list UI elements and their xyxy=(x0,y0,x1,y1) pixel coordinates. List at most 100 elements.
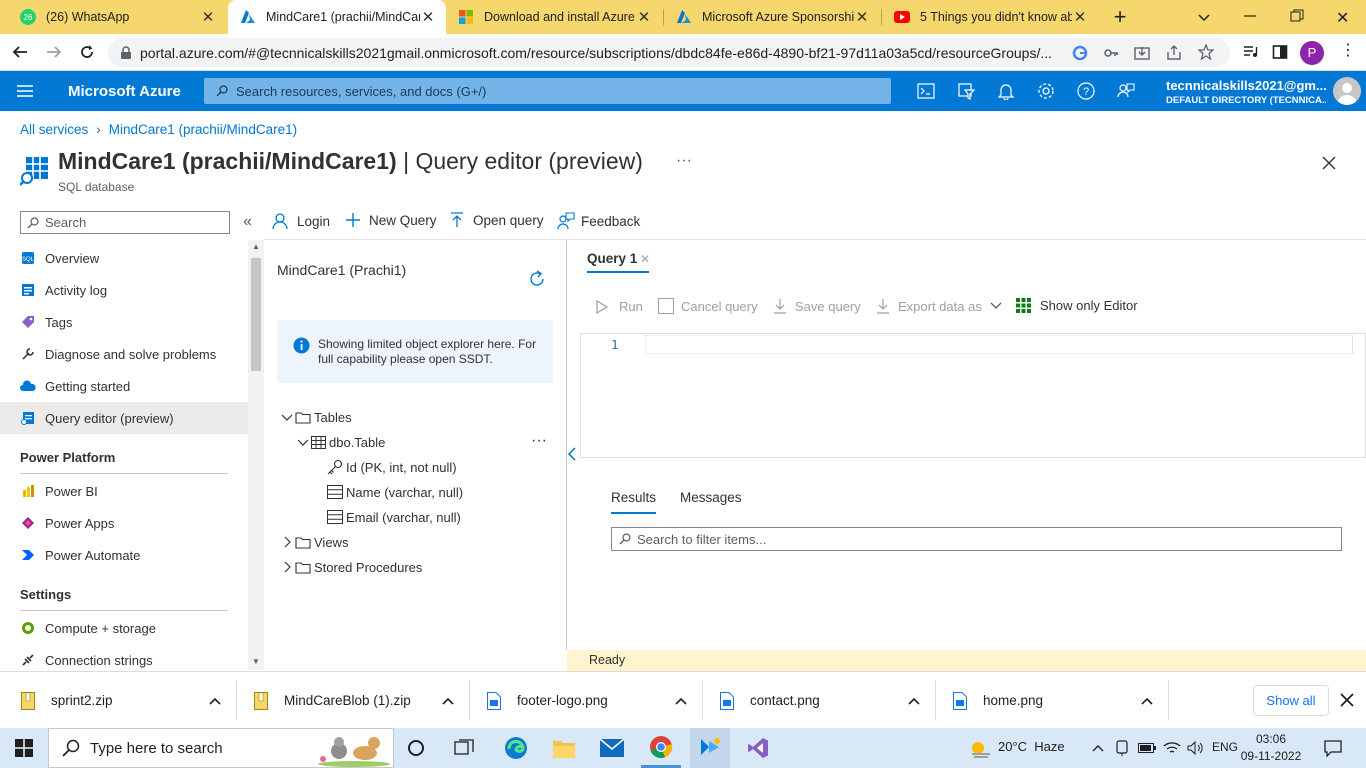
show-all-downloads-button[interactable]: Show all xyxy=(1253,685,1329,716)
settings-gear-icon[interactable] xyxy=(1036,81,1056,101)
tree-node-views[interactable]: Views xyxy=(281,531,348,553)
close-tab-icon[interactable]: ✕ xyxy=(636,8,652,26)
tree-node-table[interactable]: dbo.Table xyxy=(297,431,385,453)
nav-item-query-editor[interactable]: Query editor (preview) xyxy=(0,402,248,434)
lock-icon[interactable] xyxy=(120,46,132,60)
nav-item-diagnose[interactable]: Diagnose and solve problems xyxy=(0,338,248,370)
browser-tab-download[interactable]: Download and install Azure Data Studio ✕ xyxy=(446,0,662,34)
nav-item-getting-started[interactable]: Getting started xyxy=(0,370,248,402)
table-more-icon[interactable]: ··· xyxy=(531,432,547,450)
wifi-icon[interactable] xyxy=(1161,728,1183,768)
chevron-up-icon[interactable] xyxy=(209,697,221,705)
address-bar[interactable]: portal.azure.com/#@tecnnicalskills2021gm… xyxy=(108,38,1230,67)
download-item-contact[interactable]: contact.png xyxy=(702,672,935,729)
close-downloads-icon[interactable] xyxy=(1340,693,1354,707)
forward-icon[interactable] xyxy=(42,40,66,64)
clock-date[interactable]: 09-11-2022 xyxy=(1237,749,1305,763)
power-automate-taskbar-icon[interactable] xyxy=(690,728,730,768)
pane-splitter[interactable] xyxy=(566,240,567,650)
taskbar-search-box[interactable]: Type here to search xyxy=(48,728,394,768)
clock-time[interactable]: 03:06 xyxy=(1247,732,1295,746)
run-button[interactable]: Run xyxy=(596,299,643,314)
tray-chevron-icon[interactable] xyxy=(1088,728,1108,768)
download-item-home[interactable]: home.png xyxy=(935,672,1168,729)
chevron-down-icon[interactable] xyxy=(281,411,293,423)
profile-avatar[interactable]: P xyxy=(1300,41,1324,65)
close-query-tab-icon[interactable]: ✕ xyxy=(640,252,650,266)
account-name[interactable]: tecnnicalskills2021@gm... xyxy=(1166,78,1326,93)
nav-item-power-apps[interactable]: Power Apps xyxy=(0,507,248,539)
download-item-footer-logo[interactable]: footer-logo.png xyxy=(469,672,702,729)
download-item-sprint2[interactable]: sprint2.zip xyxy=(3,672,236,729)
chevron-down-icon[interactable] xyxy=(297,436,309,448)
battery-icon[interactable] xyxy=(1136,728,1158,768)
chevron-up-icon[interactable] xyxy=(442,697,454,705)
browser-tab-mindcare[interactable]: MindCare1 (prachii/MindCare1) ✕ xyxy=(228,0,446,34)
edge-icon[interactable] xyxy=(496,728,536,768)
key-icon[interactable] xyxy=(1103,45,1119,61)
cancel-query-button[interactable]: Cancel query xyxy=(658,298,758,314)
cortana-icon[interactable] xyxy=(398,728,434,768)
close-tab-icon[interactable]: ✕ xyxy=(420,8,436,26)
close-tab-icon[interactable]: ✕ xyxy=(1072,8,1088,26)
feedback-icon[interactable] xyxy=(1116,81,1136,101)
login-button[interactable]: Login xyxy=(272,212,330,230)
close-window-icon[interactable]: ✕ xyxy=(1336,8,1349,28)
nav-item-activity-log[interactable]: Activity log xyxy=(0,274,248,306)
chevron-right-icon[interactable] xyxy=(281,561,293,573)
tree-column-id[interactable]: Id (PK, int, not null) xyxy=(327,456,457,478)
tree-column-name[interactable]: Name (varchar, null) xyxy=(327,481,463,503)
refresh-icon[interactable] xyxy=(528,270,546,288)
help-icon[interactable]: ? xyxy=(1076,81,1096,101)
more-options-icon[interactable]: ··· xyxy=(676,152,692,170)
tree-column-email[interactable]: Email (varchar, null) xyxy=(327,506,461,528)
tree-node-stored-procedures[interactable]: Stored Procedures xyxy=(281,556,422,578)
nav-item-tags[interactable]: Tags xyxy=(0,306,248,338)
notifications-bell-icon[interactable] xyxy=(996,81,1016,101)
language-indicator[interactable]: ENG xyxy=(1212,740,1238,754)
volume-icon[interactable] xyxy=(1185,728,1207,768)
install-icon[interactable] xyxy=(1134,45,1150,61)
save-query-button[interactable]: Save query xyxy=(773,298,861,314)
results-filter-input[interactable]: Search to filter items... xyxy=(611,527,1342,551)
close-blade-icon[interactable] xyxy=(1322,156,1336,170)
google-icon[interactable] xyxy=(1072,45,1088,61)
side-panel-icon[interactable] xyxy=(1268,40,1292,64)
account-avatar[interactable] xyxy=(1333,77,1361,105)
weather-icon[interactable] xyxy=(966,728,994,768)
scroll-down-icon[interactable]: ▼ xyxy=(252,657,260,666)
feedback-button[interactable]: Feedback xyxy=(557,212,640,230)
tab-query-1[interactable]: Query 1 xyxy=(587,251,637,266)
show-only-editor-button[interactable]: Show only Editor xyxy=(1016,298,1138,313)
nav-search-input[interactable]: Search xyxy=(20,211,230,234)
media-icon[interactable] xyxy=(1238,40,1262,64)
file-explorer-icon[interactable] xyxy=(544,728,584,768)
tab-results[interactable]: Results xyxy=(611,490,656,505)
reload-icon[interactable] xyxy=(75,40,99,64)
weather-text[interactable]: 20°C Haze xyxy=(998,739,1065,754)
tab-search-icon[interactable] xyxy=(1196,9,1212,25)
scroll-up-icon[interactable]: ▲ xyxy=(252,242,260,251)
share-icon[interactable] xyxy=(1166,45,1182,61)
directory-filter-icon[interactable] xyxy=(956,81,976,101)
chrome-taskbar-icon[interactable] xyxy=(641,728,681,768)
nav-item-power-automate[interactable]: Power Automate xyxy=(0,539,248,571)
chevron-up-icon[interactable] xyxy=(908,697,920,705)
query-editor-area[interactable]: 1 xyxy=(580,333,1366,458)
chevron-up-icon[interactable] xyxy=(1141,697,1153,705)
new-tab-button[interactable]: + xyxy=(1108,5,1132,29)
cloud-shell-icon[interactable] xyxy=(916,81,936,101)
tab-messages[interactable]: Messages xyxy=(680,490,742,505)
collapse-nav-icon[interactable]: « xyxy=(243,213,252,231)
nav-scrollbar-thumb[interactable] xyxy=(251,258,261,371)
windows-start-icon[interactable] xyxy=(0,728,48,768)
account-directory[interactable]: DEFAULT DIRECTORY (TECNNICA... xyxy=(1166,95,1326,106)
bookmark-star-icon[interactable] xyxy=(1198,44,1214,60)
nav-item-compute-storage[interactable]: Compute + storage xyxy=(0,612,248,644)
azure-search-input[interactable]: Search resources, services, and docs (G+… xyxy=(204,78,891,104)
chevron-up-icon[interactable] xyxy=(675,697,687,705)
breadcrumb-all-services[interactable]: All services xyxy=(20,122,88,137)
new-query-button[interactable]: New Query xyxy=(345,212,437,228)
chevron-right-icon[interactable] xyxy=(281,536,293,548)
collapse-explorer-icon[interactable] xyxy=(567,447,577,461)
